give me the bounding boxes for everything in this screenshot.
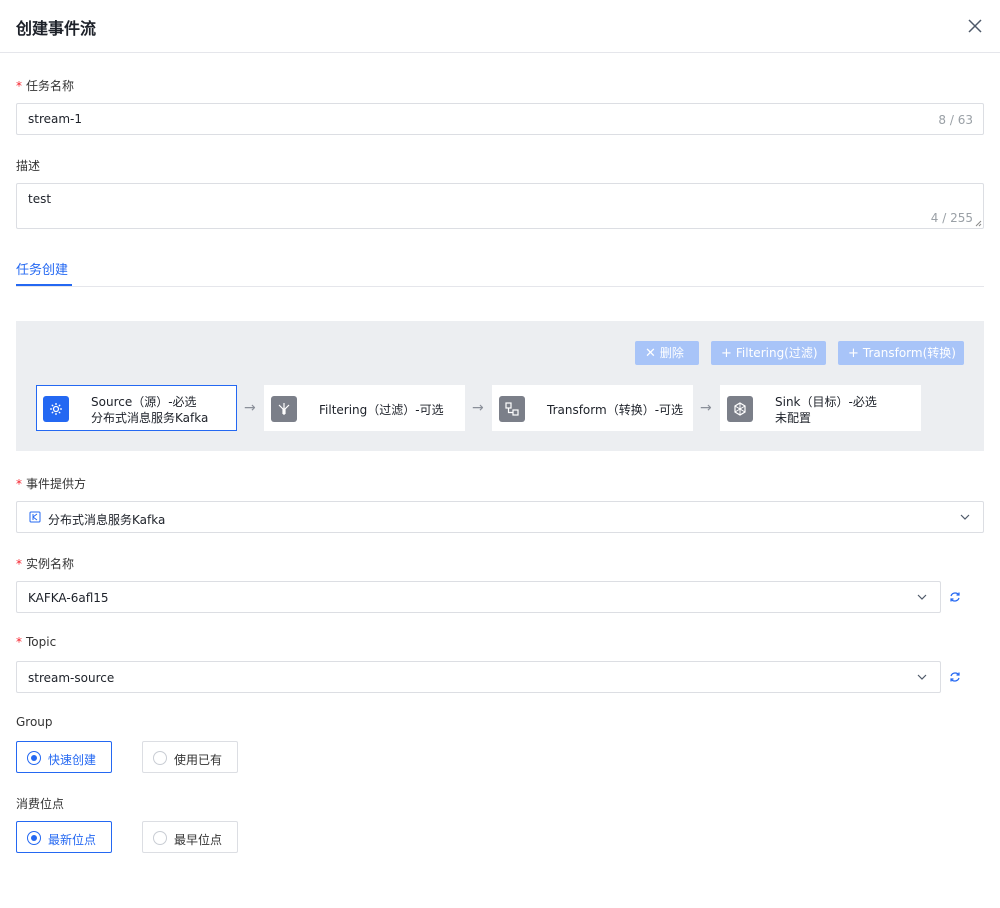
tab-task-create[interactable]: 任务创建 [16, 259, 68, 278]
add-transform-button[interactable]: + Transform(转换) [838, 341, 964, 365]
node-title: Transform（转换）-可选 [547, 403, 684, 417]
task-name-input[interactable]: stream-1 8 / 63 [16, 103, 984, 135]
topic-value: stream-source [28, 671, 115, 685]
delete-node-button[interactable]: ✕ 删除 [635, 341, 699, 365]
instance-value: KAFKA-6afl15 [28, 591, 109, 605]
radio-unselected-icon [153, 831, 167, 845]
tab-bar: 任务创建 [16, 252, 984, 287]
plus-icon: + [848, 346, 859, 361]
resize-handle-icon[interactable] [975, 220, 982, 227]
description-counter: 4 / 255 [930, 211, 973, 225]
refresh-icon[interactable] [949, 671, 961, 683]
plus-icon: + [721, 346, 732, 361]
group-label: Group [16, 715, 53, 729]
task-name-counter: 8 / 63 [938, 113, 973, 127]
node-title: Filtering（过滤）-可选 [319, 403, 444, 417]
node-subtitle: 分布式消息服务Kafka [91, 411, 209, 425]
flow-node-source[interactable]: Source（源）-必选 分布式消息服务Kafka [36, 385, 237, 431]
task-name-label: * 任务名称 [16, 79, 75, 93]
arrow-right-icon: → [700, 400, 712, 416]
node-subtitle: 未配置 [775, 411, 812, 425]
topic-label: * Topic [16, 635, 57, 649]
description-textarea[interactable]: test 4 / 255 [16, 183, 984, 229]
chevron-down-icon [960, 514, 970, 520]
page-title: 创建事件流 [16, 19, 97, 38]
drawer-header: 创建事件流 [0, 0, 1000, 53]
kafka-icon [29, 511, 41, 523]
node-title: Source（源）-必选 [91, 395, 197, 409]
provider-label: * 事件提供方 [16, 477, 87, 491]
offset-option-earliest[interactable]: 最早位点 [142, 821, 238, 853]
node-title: Sink（目标）-必选 [775, 395, 877, 409]
flow-node-filtering[interactable]: Filtering（过滤）-可选 [264, 385, 465, 431]
description-label: 描述 [16, 159, 41, 173]
flow-node-sink[interactable]: Sink（目标）-必选 未配置 [720, 385, 921, 431]
instance-label: * 实例名称 [16, 557, 75, 571]
refresh-icon[interactable] [949, 591, 961, 603]
arrow-right-icon: → [244, 400, 256, 416]
chevron-down-icon [917, 674, 927, 680]
provider-value: 分布式消息服务Kafka [48, 513, 166, 527]
task-name-value: stream-1 [28, 112, 83, 126]
offset-option-latest[interactable]: 最新位点 [16, 821, 112, 853]
provider-select[interactable]: 分布式消息服务Kafka [16, 501, 984, 533]
close-icon[interactable] [964, 15, 986, 37]
tab-active-indicator [16, 284, 72, 286]
flow-canvas: ✕ 删除 + Filtering(过滤) + Transform(转换) Source… [16, 321, 984, 451]
group-option-use-existing[interactable]: 使用已有 [142, 741, 238, 773]
close-icon: ✕ [645, 346, 656, 361]
filter-icon [271, 396, 297, 422]
radio-unselected-icon [153, 751, 167, 765]
flow-node-transform[interactable]: Transform（转换）-可选 [492, 385, 693, 431]
arrow-right-icon: → [472, 400, 484, 416]
transform-icon [499, 396, 525, 422]
chevron-down-icon [917, 594, 927, 600]
add-filtering-button[interactable]: + Filtering(过滤) [711, 341, 826, 365]
description-value: test [28, 192, 52, 206]
sink-icon [727, 396, 753, 422]
group-option-quick-create[interactable]: 快速创建 [16, 741, 112, 773]
instance-select[interactable]: KAFKA-6afl15 [16, 581, 941, 613]
offset-label: 消费位点 [16, 797, 65, 811]
radio-selected-icon [27, 751, 41, 765]
topic-select[interactable]: stream-source [16, 661, 941, 693]
source-gear-icon [43, 396, 69, 422]
radio-selected-icon [27, 831, 41, 845]
